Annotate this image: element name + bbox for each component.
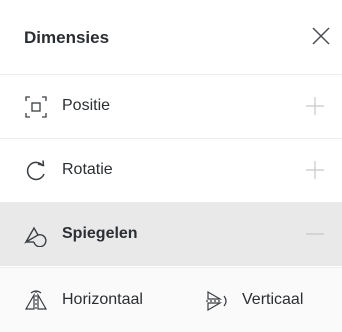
panel-title: Dimensies (24, 28, 110, 47)
flip-horizontal-icon (24, 289, 48, 313)
flip-horizontal-label: Horizontaal (62, 291, 143, 308)
section-position[interactable]: Positie (0, 74, 342, 138)
plus-icon[interactable] (304, 95, 326, 117)
section-rotation-label: Rotatie (62, 161, 113, 178)
mirror-options: Horizontaal Verticaal (0, 267, 342, 332)
flip-vertical-button[interactable]: Verticaal (180, 268, 342, 332)
section-mirror[interactable]: Spiegelen (0, 202, 342, 266)
mirror-icon (24, 223, 48, 248)
plus-icon[interactable] (304, 159, 326, 181)
flip-horizontal-button[interactable]: Horizontaal (0, 268, 180, 332)
panel-header: Dimensies (0, 0, 342, 74)
flip-vertical-label: Verticaal (242, 291, 304, 308)
section-position-label: Positie (62, 97, 111, 114)
section-rotation[interactable]: Rotatie (0, 138, 342, 202)
section-mirror-label: Spiegelen (62, 225, 138, 242)
minus-icon[interactable] (304, 223, 326, 245)
close-icon[interactable] (310, 25, 332, 47)
rotate-icon (24, 159, 48, 183)
dimensions-panel: Dimensies Positie Rotatie Spiegelen Hori… (0, 0, 342, 332)
position-icon (24, 95, 48, 119)
flip-vertical-icon (204, 289, 228, 313)
